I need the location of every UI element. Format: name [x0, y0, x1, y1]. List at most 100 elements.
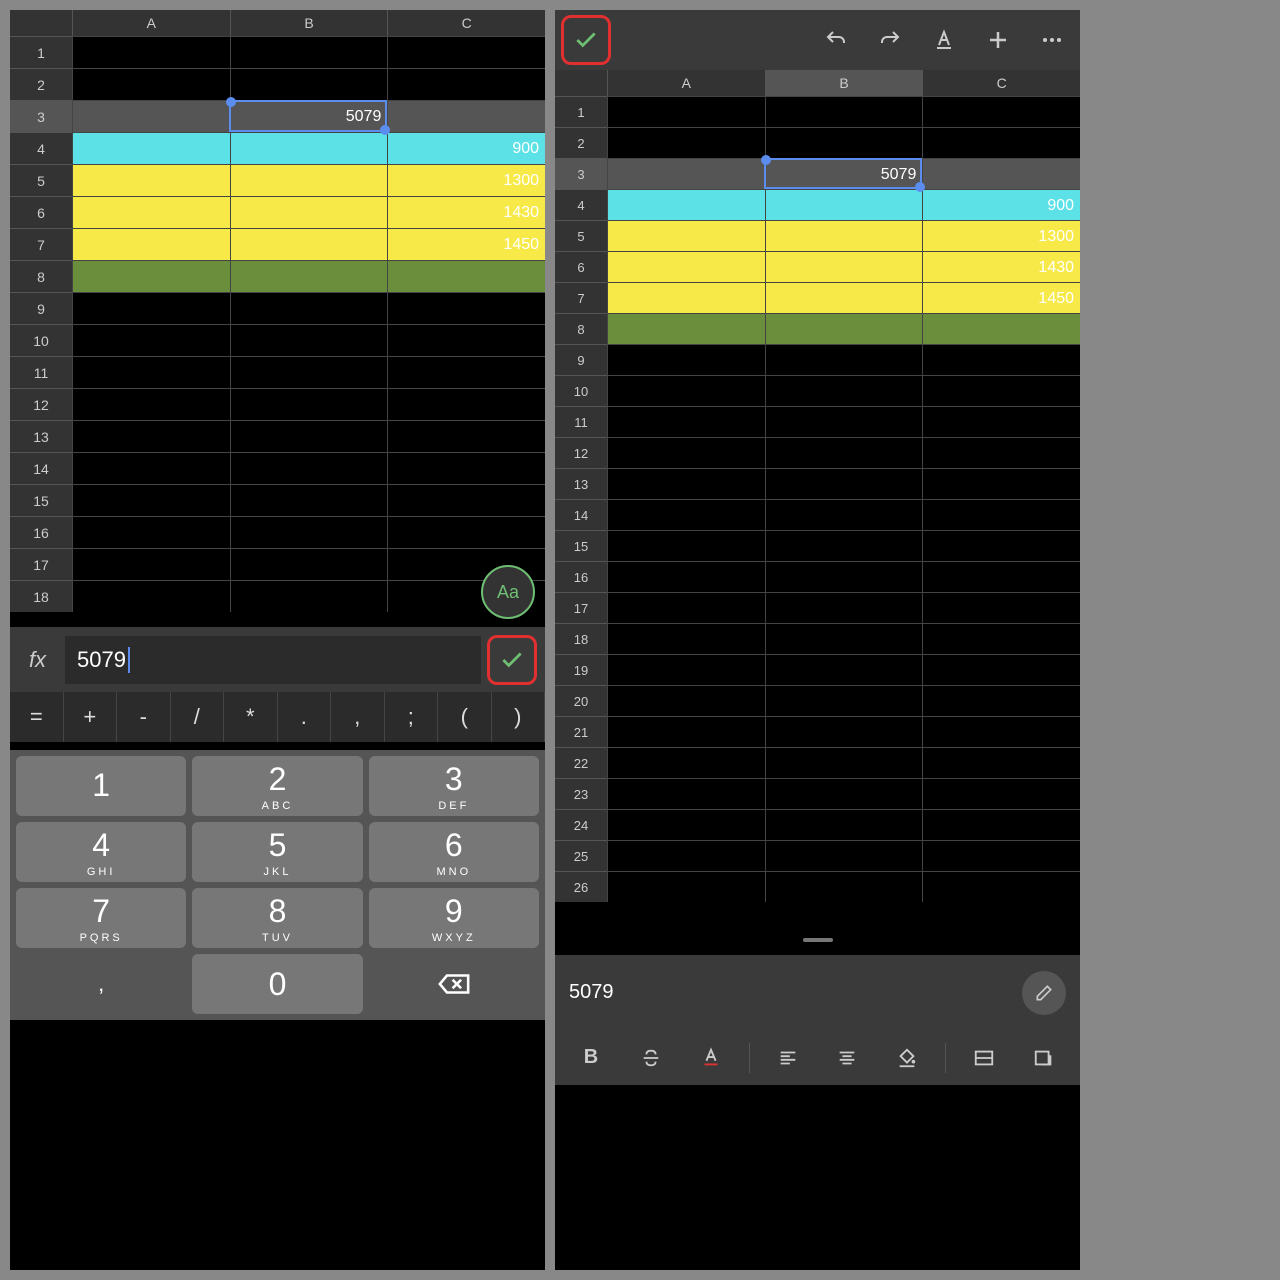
cell[interactable]: [607, 685, 765, 716]
cell[interactable]: [72, 132, 230, 164]
cell[interactable]: [765, 840, 923, 871]
cell[interactable]: [765, 96, 923, 127]
row-header[interactable]: 1: [10, 36, 72, 68]
cell[interactable]: [922, 406, 1080, 437]
corner-cell[interactable]: [10, 10, 72, 36]
cell[interactable]: [765, 809, 923, 840]
row-header[interactable]: 2: [10, 68, 72, 100]
op-comma[interactable]: ,: [331, 692, 385, 742]
row-header[interactable]: 19: [555, 654, 607, 685]
cell[interactable]: [72, 324, 230, 356]
cell[interactable]: [922, 778, 1080, 809]
cell[interactable]: [230, 164, 388, 196]
cell[interactable]: [765, 406, 923, 437]
cell[interactable]: [72, 516, 230, 548]
row-header[interactable]: 11: [10, 356, 72, 388]
key-0[interactable]: 0: [192, 954, 362, 1014]
cell[interactable]: [72, 164, 230, 196]
cell[interactable]: [230, 452, 388, 484]
cell[interactable]: [387, 484, 545, 516]
cell[interactable]: [922, 685, 1080, 716]
cell[interactable]: [607, 437, 765, 468]
cell[interactable]: 1430: [922, 251, 1080, 282]
cell[interactable]: [230, 420, 388, 452]
col-header-b[interactable]: B: [230, 10, 388, 36]
cell[interactable]: [387, 516, 545, 548]
op-rparen[interactable]: ): [492, 692, 546, 742]
cell[interactable]: [607, 840, 765, 871]
confirm-button[interactable]: [561, 15, 611, 65]
row-header[interactable]: 4: [10, 132, 72, 164]
row-header[interactable]: 3: [555, 158, 607, 189]
row-header[interactable]: 13: [10, 420, 72, 452]
col-header-a[interactable]: A: [607, 70, 765, 96]
more-button[interactable]: [1030, 18, 1074, 62]
row-header[interactable]: 16: [10, 516, 72, 548]
key-2[interactable]: 2ABC: [192, 756, 362, 816]
row-header[interactable]: 4: [555, 189, 607, 220]
cell[interactable]: [607, 220, 765, 251]
cell[interactable]: [72, 452, 230, 484]
cell[interactable]: [72, 68, 230, 100]
cell[interactable]: [72, 228, 230, 260]
cell[interactable]: [230, 516, 388, 548]
row-header[interactable]: 1: [555, 96, 607, 127]
row-header[interactable]: 26: [555, 871, 607, 902]
cell[interactable]: [765, 654, 923, 685]
cell[interactable]: [72, 580, 230, 612]
cell[interactable]: [765, 871, 923, 902]
op-star[interactable]: *: [224, 692, 278, 742]
cell[interactable]: [607, 468, 765, 499]
corner-cell[interactable]: [555, 70, 607, 96]
cell[interactable]: [607, 654, 765, 685]
cell[interactable]: [607, 871, 765, 902]
cell[interactable]: [922, 96, 1080, 127]
op-equals[interactable]: =: [10, 692, 64, 742]
cell[interactable]: [765, 747, 923, 778]
cell[interactable]: [765, 375, 923, 406]
row-header[interactable]: 20: [555, 685, 607, 716]
row-header[interactable]: 2: [555, 127, 607, 158]
row-header[interactable]: 16: [555, 561, 607, 592]
cell-c6[interactable]: 1430: [387, 196, 545, 228]
cell[interactable]: [922, 158, 1080, 189]
row-header[interactable]: 9: [555, 344, 607, 375]
cell[interactable]: [387, 260, 545, 292]
cell[interactable]: [387, 356, 545, 388]
row-header[interactable]: 9: [10, 292, 72, 324]
cell[interactable]: [607, 251, 765, 282]
row-header[interactable]: 13: [555, 468, 607, 499]
merge-cells-button[interactable]: [962, 1036, 1006, 1080]
fx-icon[interactable]: fx: [10, 647, 65, 673]
cell[interactable]: [765, 251, 923, 282]
cell[interactable]: [922, 313, 1080, 344]
cell[interactable]: [230, 36, 388, 68]
cell[interactable]: [765, 189, 923, 220]
cell[interactable]: [765, 437, 923, 468]
cell[interactable]: [387, 68, 545, 100]
undo-button[interactable]: [814, 18, 858, 62]
strikethrough-button[interactable]: [629, 1036, 673, 1080]
cell[interactable]: [922, 592, 1080, 623]
cell[interactable]: [765, 499, 923, 530]
cell[interactable]: [922, 561, 1080, 592]
cell[interactable]: [230, 228, 388, 260]
row-header[interactable]: 12: [555, 437, 607, 468]
cell[interactable]: [765, 313, 923, 344]
cell[interactable]: [922, 530, 1080, 561]
op-minus[interactable]: -: [117, 692, 171, 742]
cell[interactable]: [607, 406, 765, 437]
edit-button[interactable]: [1022, 971, 1066, 1015]
cell[interactable]: [922, 468, 1080, 499]
row-header[interactable]: 25: [555, 840, 607, 871]
cell[interactable]: [607, 158, 765, 189]
align-center-button[interactable]: [825, 1036, 869, 1080]
cell[interactable]: [765, 561, 923, 592]
row-header[interactable]: 5: [555, 220, 607, 251]
cell[interactable]: [922, 499, 1080, 530]
key-1[interactable]: 1: [16, 756, 186, 816]
op-semicolon[interactable]: ;: [385, 692, 439, 742]
row-header[interactable]: 21: [555, 716, 607, 747]
cell[interactable]: [72, 36, 230, 68]
cell[interactable]: 1450: [922, 282, 1080, 313]
